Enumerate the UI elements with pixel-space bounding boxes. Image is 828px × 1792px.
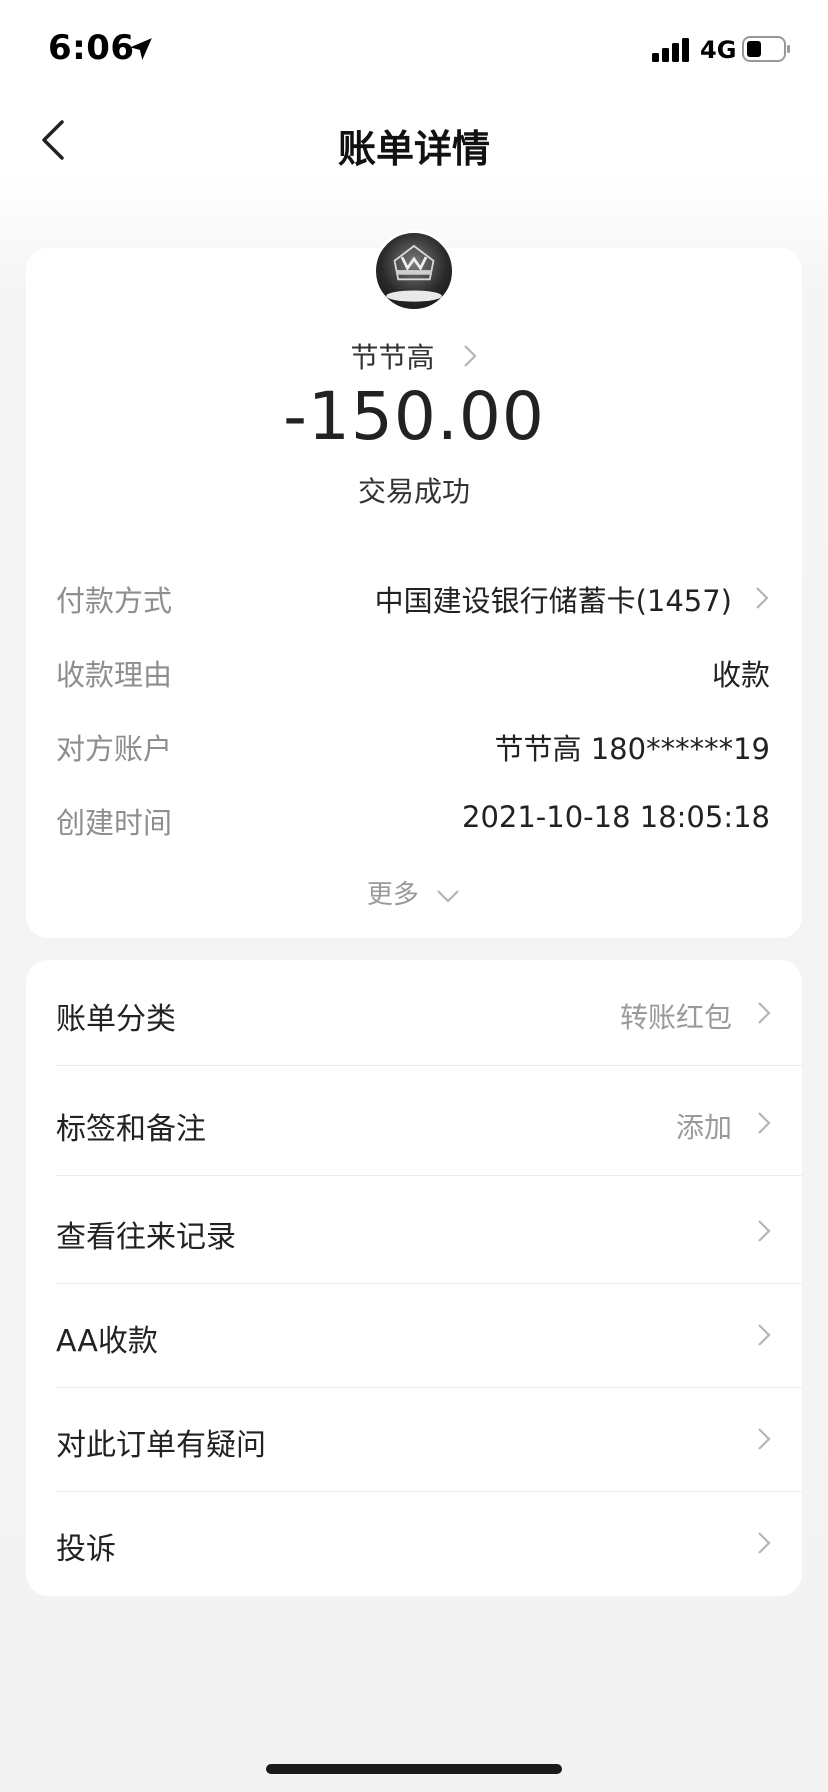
list-item-aa-collection[interactable]: AA收款 <box>26 1284 802 1388</box>
detail-value: 节节高 180******19 <box>494 732 770 766</box>
list-item-bill-category[interactable]: 账单分类 转账红包 <box>26 962 802 1066</box>
more-label: 更多 <box>366 880 419 910</box>
payee-avatar[interactable] <box>373 230 455 312</box>
home-indicator[interactable] <box>266 1764 562 1774</box>
detail-label: 付款方式 <box>56 584 173 618</box>
list-item-label: 账单分类 <box>56 1002 176 1037</box>
network-type-label: 4G <box>700 36 737 64</box>
chevron-right-icon <box>758 1324 771 1346</box>
chevron-right-icon <box>463 345 477 367</box>
status-bar: 6:06 4G <box>0 0 828 96</box>
detail-row-counterparty: 对方账户 节节高 180******19 <box>56 726 770 766</box>
detail-row-created-time: 创建时间 2021-10-18 18:05:18 <box>56 800 770 840</box>
list-item-tags-notes[interactable]: 标签和备注 添加 <box>26 1072 802 1176</box>
list-item-label: 投诉 <box>56 1532 116 1567</box>
detail-row-payment-method[interactable]: 付款方式 中国建设银行储蓄卡(1457) <box>56 578 770 618</box>
signal-bars-icon <box>652 38 689 62</box>
detail-label: 收款理由 <box>56 658 173 692</box>
payee-name: 节节高 <box>350 341 435 374</box>
chevron-down-icon <box>437 889 459 903</box>
chevron-right-icon <box>758 1220 771 1242</box>
list-item-label: 对此订单有疑问 <box>56 1428 266 1463</box>
list-item-label: AA收款 <box>56 1324 158 1359</box>
chevron-right-icon <box>756 587 769 609</box>
list-item-transaction-history[interactable]: 查看往来记录 <box>26 1180 802 1284</box>
detail-label: 对方账户 <box>56 732 173 766</box>
more-toggle[interactable]: 更多 <box>0 874 828 911</box>
chevron-right-icon <box>758 1532 771 1554</box>
list-item-label: 标签和备注 <box>56 1112 206 1147</box>
list-item-label: 查看往来记录 <box>56 1220 236 1255</box>
list-item-complaint[interactable]: 投诉 <box>26 1492 802 1596</box>
location-arrow-icon <box>130 38 152 60</box>
detail-value: 收款 <box>711 658 770 692</box>
list-item-order-question[interactable]: 对此订单有疑问 <box>26 1388 802 1492</box>
divider <box>56 1065 802 1066</box>
nav-bar: 账单详情 <box>0 96 828 184</box>
page-title: 账单详情 <box>337 127 490 171</box>
detail-row-reason: 收款理由 收款 <box>56 652 770 692</box>
detail-label: 创建时间 <box>56 806 173 840</box>
chevron-right-icon <box>758 1112 771 1134</box>
list-item-value: 添加 <box>675 1111 732 1144</box>
bill-detail-page: 6:06 4G 账单详情 节节高 -150.00 交易成功 付款方式 中国建设银… <box>0 0 828 1792</box>
transaction-status: 交易成功 <box>357 475 470 508</box>
chevron-right-icon <box>758 1002 771 1024</box>
detail-value: 中国建设银行储蓄卡(1457) <box>374 584 732 618</box>
car-emblem-icon <box>386 244 442 302</box>
list-item-value: 转账红包 <box>619 1001 732 1034</box>
transaction-amount: -150.00 <box>283 378 545 455</box>
battery-icon <box>742 36 790 62</box>
detail-value: 2021-10-18 18:05:18 <box>462 800 770 834</box>
status-time: 6:06 <box>48 28 135 68</box>
divider <box>56 1175 802 1176</box>
payee-row[interactable]: 节节高 <box>0 336 828 376</box>
chevron-right-icon <box>758 1428 771 1450</box>
